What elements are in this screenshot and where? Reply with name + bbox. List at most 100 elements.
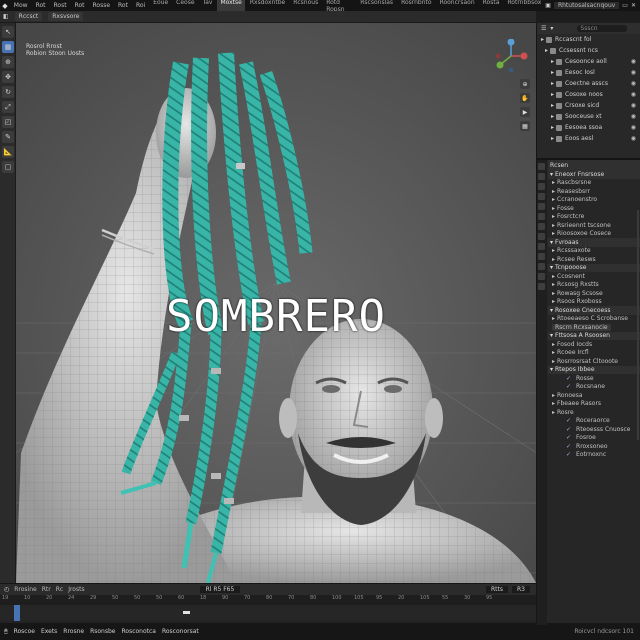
property-row[interactable]: ▸ Fbeaee Rasors — [548, 400, 640, 409]
disclosure-triangle-icon[interactable]: ▸ — [552, 230, 555, 237]
disclosure-triangle-icon[interactable]: ▸ — [551, 135, 554, 142]
outliner-item[interactable]: ▸ Ccsessnt ncs — [537, 45, 640, 56]
visibility-eye-icon[interactable]: ◉ — [631, 58, 636, 65]
property-row[interactable]: ▸ Rowasg Scsose — [548, 289, 640, 298]
outliner-item[interactable]: ▸ Cosoxe noos ◉ — [537, 89, 640, 100]
menu-item[interactable]: Rot — [32, 2, 50, 9]
panel-header[interactable]: ▾ Eneoxr Fnsrsose — [548, 170, 640, 179]
workspace-tab[interactable]: Eoue — [150, 0, 171, 11]
end-frame-field[interactable]: Rtts — [486, 586, 508, 593]
transform-tool-icon[interactable]: ◰ — [2, 116, 14, 128]
panel-expand-icon[interactable]: ▾ — [550, 239, 553, 246]
window-close-icon[interactable]: ✕ — [631, 2, 636, 9]
workspace-tab[interactable]: Rcsnous — [290, 0, 321, 11]
property-row[interactable]: ✓ Rroxsoneo — [548, 442, 640, 451]
disclosure-triangle-icon[interactable]: ▸ — [551, 124, 554, 131]
scene-tab-icon[interactable] — [538, 203, 545, 210]
filter-icon[interactable]: ▾ — [550, 25, 553, 32]
zoom-icon[interactable]: ⊕ — [520, 79, 530, 89]
annotate-tool-icon[interactable]: ✎ — [2, 131, 14, 143]
menu-item[interactable]: Rot — [114, 2, 132, 9]
checkbox-icon[interactable]: ✓ — [566, 375, 571, 382]
menu-item[interactable]: Rot — [71, 2, 89, 9]
view-menu[interactable]: Rxsvsore — [48, 12, 84, 21]
disclosure-triangle-icon[interactable]: ▸ — [552, 349, 555, 356]
workspace-tab[interactable]: Rooncrsaon — [437, 0, 478, 11]
disclosure-triangle-icon[interactable]: ▸ — [552, 213, 555, 220]
material-tab-icon[interactable] — [538, 283, 545, 290]
property-row[interactable]: ✓ Rocsnane — [548, 383, 640, 392]
select-box-tool-icon[interactable]: ▦ — [2, 41, 14, 53]
outliner-editor-icon[interactable]: ☰ — [541, 25, 546, 32]
panel-expand-icon[interactable]: ▾ — [550, 332, 553, 339]
disclosure-triangle-icon[interactable]: ▸ — [552, 409, 555, 416]
visibility-eye-icon[interactable]: ◉ — [631, 91, 636, 98]
outliner-item[interactable]: ▸ Sooceuse xt ◉ — [537, 111, 640, 122]
outliner-item[interactable]: ▸ Eesoea ssoa ◉ — [537, 122, 640, 133]
keyframe-marker[interactable] — [183, 611, 190, 614]
keying-menu[interactable]: Rtr — [42, 586, 51, 593]
object-tab-icon[interactable] — [538, 223, 545, 230]
menu-item[interactable]: Roi — [132, 2, 149, 9]
workspace-tab[interactable]: Rosrnbnto — [398, 0, 435, 11]
workspace-tab[interactable]: Ceose — [173, 0, 197, 11]
workspace-tab[interactable]: Rxsdoxntbe — [247, 0, 288, 11]
workspace-tab[interactable]: Rotrnbbsox — [504, 0, 544, 11]
property-row[interactable]: ▸ Rosre — [548, 408, 640, 417]
timeline-editor-icon[interactable]: ◴ — [4, 586, 9, 593]
view-menu-timeline[interactable]: Rc — [56, 586, 63, 593]
menu-item[interactable]: Rost — [50, 2, 71, 9]
rotate-tool-icon[interactable]: ↻ — [2, 86, 14, 98]
blender-logo-icon[interactable]: ◆ — [0, 0, 10, 11]
disclosure-triangle-icon[interactable]: ▸ — [552, 358, 555, 365]
disclosure-triangle-icon[interactable]: ▸ — [552, 188, 555, 195]
outliner-item[interactable]: ▸ Cesoonce aoll ◉ — [537, 56, 640, 67]
cursor-tool-icon[interactable]: ⊕ — [2, 56, 14, 68]
menu-item[interactable]: Rosse — [89, 2, 115, 9]
timeline-track[interactable] — [0, 605, 536, 621]
workspace-tab[interactable]: Rotd Ropsn — [323, 0, 355, 11]
visibility-eye-icon[interactable]: ◉ — [631, 113, 636, 120]
property-row[interactable]: ✓ Rosse — [548, 374, 640, 383]
property-row[interactable]: ▸ Rsrieennt tscsone — [548, 221, 640, 230]
property-row[interactable]: ✓ Rteoesss Cnuosce — [548, 425, 640, 434]
constraints-tab-icon[interactable] — [538, 263, 545, 270]
tool-tab-icon[interactable] — [538, 163, 545, 170]
property-row[interactable]: ✓ Eotrnoxnc — [548, 451, 640, 460]
interaction-mode-dropdown[interactable]: Rccsct — [14, 12, 43, 21]
3d-viewport[interactable]: Rosrol Rrost Robion Stoon Uosts SOMBRERO… — [16, 23, 536, 583]
checkbox-icon[interactable]: ✓ — [566, 383, 571, 390]
timeline-ruler[interactable]: 19 10 20 24 29 50 50 50 60 18 90 70 80 70 80 100 105 95 20… — [0, 595, 536, 605]
disclosure-triangle-icon[interactable]: ▸ — [552, 392, 555, 399]
outliner-item[interactable]: ▸ Coectne asscs ◉ — [537, 78, 640, 89]
scene-label[interactable]: Rhtutosalsacnqouv — [553, 2, 620, 9]
property-row[interactable]: Rscrn Rcxsanocie — [548, 323, 640, 332]
editor-type-icon[interactable]: ◧ — [3, 13, 9, 20]
property-row[interactable]: ▸ Fosod Iocds — [548, 340, 640, 349]
visibility-eye-icon[interactable]: ◉ — [631, 80, 636, 87]
measure-tool-icon[interactable]: 📐 — [2, 146, 14, 158]
disclosure-triangle-icon[interactable]: ▸ — [552, 256, 555, 263]
workspace-tab[interactable]: Moxtse — [217, 0, 245, 11]
window-minimize-icon[interactable]: ▭ — [622, 2, 628, 9]
checkbox-icon[interactable]: ✓ — [566, 417, 571, 424]
property-row[interactable]: ✓ Fosroe — [548, 434, 640, 443]
add-cube-tool-icon[interactable]: ▢ — [2, 161, 14, 173]
menu-item[interactable]: Mow — [10, 2, 32, 9]
outliner-item[interactable]: ▸ Crsoxe sicd ◉ — [537, 100, 640, 111]
checkbox-icon[interactable]: ✓ — [566, 443, 571, 450]
view-layer-tab-icon[interactable] — [538, 193, 545, 200]
panel-expand-icon[interactable]: ▾ — [550, 307, 553, 314]
disclosure-triangle-icon[interactable]: ▸ — [551, 113, 554, 120]
particles-tab-icon[interactable] — [538, 243, 545, 250]
property-row[interactable]: ▸ Rcsee Resws — [548, 255, 640, 264]
outliner-item[interactable]: ▸ Eesoc Iosl ◉ — [537, 67, 640, 78]
disclosure-triangle-icon[interactable]: ▸ — [552, 290, 555, 297]
property-row[interactable]: ▸ Rascbsrsne — [548, 179, 640, 188]
disclosure-triangle-icon[interactable]: ▸ — [551, 80, 554, 87]
navigation-gizmo-icon[interactable] — [494, 39, 528, 73]
property-row[interactable]: ▸ Rosrrosrsat Cltooote — [548, 357, 640, 366]
workspace-tab[interactable]: Rscsonslas — [357, 0, 396, 11]
modifier-tab-icon[interactable] — [538, 233, 545, 240]
panel-expand-icon[interactable]: ▾ — [550, 171, 553, 178]
